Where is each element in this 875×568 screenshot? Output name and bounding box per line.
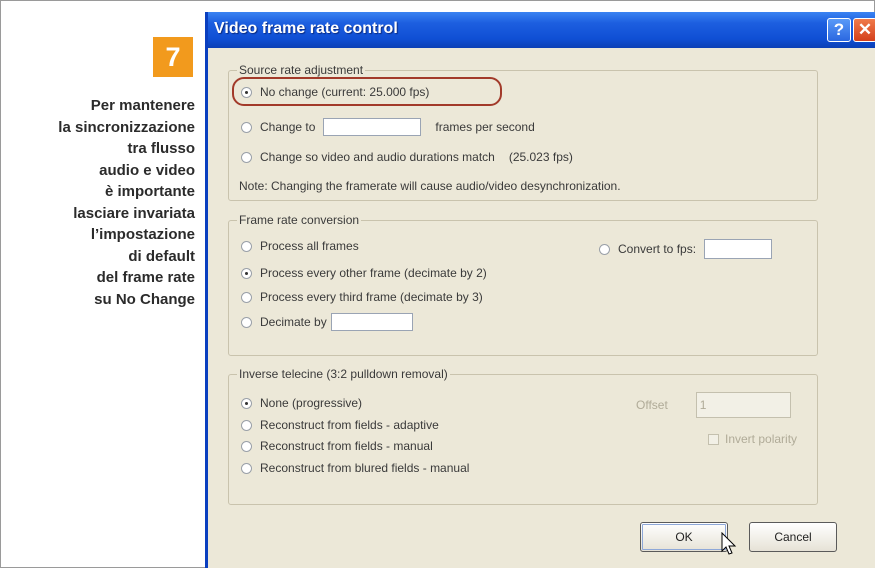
- radio-none-progressive[interactable]: None (progressive): [241, 396, 362, 410]
- help-icon: ?: [833, 20, 845, 39]
- desync-note: Note: Changing the framerate will cause …: [239, 179, 621, 193]
- radio-reconstruct-blurred[interactable]: Reconstruct from blured fields - manual: [241, 461, 469, 475]
- caption-line: lasciare invariata: [73, 204, 195, 222]
- radio-label: Reconstruct from blured fields - manual: [260, 461, 470, 475]
- radio-label: Reconstruct from fields - adaptive: [260, 418, 439, 432]
- radio-label: Process every third frame (decimate by 3…: [260, 290, 483, 304]
- radio-label: None (progressive): [260, 396, 363, 410]
- radio-button[interactable]: [241, 397, 252, 409]
- caption-line: audio e video: [99, 161, 195, 179]
- fps-input[interactable]: [323, 118, 422, 136]
- radio-button[interactable]: [599, 243, 610, 255]
- radio-label: Change to: [260, 120, 316, 134]
- close-button[interactable]: ✕: [853, 18, 875, 42]
- radio-label: Change so video and audio durations matc…: [260, 150, 495, 164]
- radio-reconstruct-adaptive[interactable]: Reconstruct from fields - adaptive: [241, 418, 439, 432]
- offset-label: Offset: [636, 398, 668, 412]
- help-button[interactable]: ?: [827, 18, 851, 42]
- radio-button[interactable]: [241, 440, 252, 452]
- radio-every-other-frame[interactable]: Process every other frame (decimate by 2…: [241, 266, 487, 280]
- close-icon: ✕: [857, 20, 873, 39]
- radio-button[interactable]: [241, 462, 252, 474]
- offset-row: Offset 1: [636, 392, 791, 418]
- ok-button[interactable]: OK: [640, 522, 728, 552]
- title-bar[interactable]: Video frame rate control ? ✕: [208, 12, 875, 48]
- fps-suffix-label: frames per second: [435, 120, 535, 134]
- radio-change-to[interactable]: Change to frames per second: [241, 118, 535, 136]
- radio-label: Decimate by: [260, 315, 327, 329]
- radio-label: Process all frames: [260, 239, 359, 253]
- radio-button[interactable]: [241, 151, 252, 163]
- step-number-badge: 7: [153, 37, 193, 77]
- radio-decimate-by[interactable]: Decimate by: [241, 313, 413, 331]
- invert-polarity-row[interactable]: Invert polarity: [708, 432, 797, 446]
- radio-process-all[interactable]: Process all frames: [241, 239, 359, 253]
- radio-label: Convert to fps:: [618, 242, 697, 256]
- radio-button[interactable]: [241, 419, 252, 431]
- cancel-button[interactable]: Cancel: [749, 522, 837, 552]
- caption-text: Per mantenere la sincronizzazione tra fl…: [0, 95, 195, 310]
- caption-line: tra flusso: [127, 140, 195, 157]
- highlight-circle: [232, 77, 502, 106]
- invert-polarity-checkbox[interactable]: [708, 433, 719, 445]
- convert-fps-input[interactable]: [704, 239, 773, 259]
- caption-line: del frame rate: [96, 269, 195, 286]
- radio-reconstruct-manual[interactable]: Reconstruct from fields - manual: [241, 439, 433, 453]
- decimate-input[interactable]: [330, 313, 413, 331]
- source-rate-legend: Source rate adjustment: [237, 63, 366, 77]
- offset-input[interactable]: 1: [695, 392, 791, 418]
- caption-line: su No Change: [94, 290, 195, 308]
- checkbox-label: Invert polarity: [725, 432, 798, 446]
- radio-convert-to-fps[interactable]: Convert to fps:: [599, 239, 773, 259]
- radio-button[interactable]: [241, 291, 252, 303]
- radio-button[interactable]: [241, 121, 252, 133]
- caption-line: è importante: [104, 183, 195, 200]
- match-fps-value: (25.023 fps): [508, 150, 573, 164]
- telecine-legend: Inverse telecine (3:2 pulldown removal): [237, 367, 450, 381]
- radio-match-durations[interactable]: Change so video and audio durations matc…: [241, 150, 573, 164]
- caption-line: di default: [128, 247, 195, 265]
- dialog-title: Video frame rate control: [214, 20, 398, 37]
- radio-every-third-frame[interactable]: Process every third frame (decimate by 3…: [241, 290, 483, 304]
- mouse-pointer-icon: [721, 532, 737, 555]
- radio-button[interactable]: [241, 316, 252, 328]
- radio-label: Reconstruct from fields - manual: [260, 439, 433, 453]
- caption-line: la sincronizzazione: [58, 118, 195, 136]
- radio-button[interactable]: [241, 267, 252, 279]
- radio-button[interactable]: [241, 240, 252, 252]
- caption-line: Per mantenere: [90, 97, 195, 114]
- radio-label: Process every other frame (decimate by 2…: [260, 266, 487, 280]
- caption-line: l’impostazione: [90, 226, 195, 243]
- video-frame-rate-dialog: Video frame rate control ? ✕ Source rate…: [205, 12, 875, 568]
- conversion-legend: Frame rate conversion: [237, 213, 362, 227]
